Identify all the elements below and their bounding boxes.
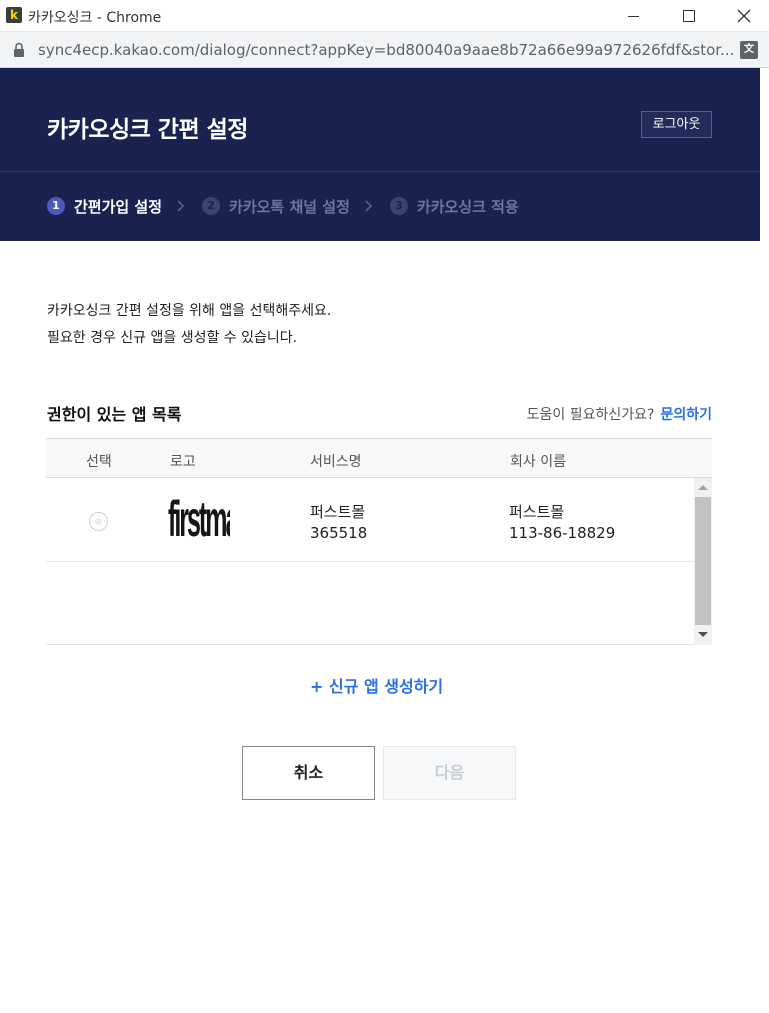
step-number: 1 [47,197,65,215]
scroll-down-arrow-icon[interactable] [698,632,708,637]
kakao-favicon-icon: k [6,7,22,23]
table-header: 선택 로고 서비스명 회사 이름 [46,439,712,478]
service-cell: 퍼스트몰 365518 [310,502,367,544]
step-1: 1 간편가입 설정 [47,196,162,217]
close-window-button[interactable] [721,0,767,32]
contact-link[interactable]: 문의하기 [660,407,712,423]
step-number: 3 [389,197,408,215]
intro-line-2: 필요한 경우 신규 앱을 생성할 수 있습니다. [47,330,298,346]
column-header-select: 선택 [86,454,112,470]
company-cell: 퍼스트몰 113-86-18829 [509,502,615,544]
service-id: 365518 [310,524,368,542]
page-header: 카카오싱크 간편 설정 로그아웃 1 간편가입 설정 2 카카오톡 채널 설정 … [0,68,760,241]
address-bar: sync4ecp.kakao.com/dialog/connect?appKey… [0,32,769,68]
minimize-button[interactable] [610,0,656,32]
app-table: 선택 로고 서비스명 회사 이름 firstmall 퍼스트몰 365518 퍼… [46,438,712,645]
step-2: 2 카카오톡 채널 설정 [202,196,350,217]
url-text[interactable]: sync4ecp.kakao.com/dialog/connect?appKey… [38,41,734,59]
firstmall-logo-text: firstmall [168,492,230,548]
column-header-logo: 로고 [170,454,196,470]
step-label: 카카오톡 채널 설정 [229,197,350,216]
company-number: 113-86-18829 [509,524,616,542]
app-select-radio[interactable] [89,512,108,531]
column-header-company: 회사 이름 [510,454,566,470]
maximize-icon [683,10,695,22]
step-indicator: 1 간편가입 설정 2 카카오톡 채널 설정 3 카카오싱크 적용 [47,195,519,217]
app-list-title: 권한이 있는 앱 목록 [47,405,182,424]
chevron-right-icon [177,200,185,212]
app-logo: firstmall [168,490,230,552]
window-title: 카카오싱크 - Chrome [28,10,162,26]
logout-button[interactable]: 로그아웃 [641,111,712,138]
company-name: 퍼스트몰 [509,503,565,521]
service-name: 퍼스트몰 [310,503,366,521]
lock-icon [14,42,24,57]
translate-icon[interactable]: 文 [740,41,758,59]
step-label: 간편가입 설정 [74,197,163,216]
header-divider [0,171,760,172]
cancel-button[interactable]: 취소 [242,746,375,800]
table-scrollbar[interactable] [694,478,712,645]
scroll-up-arrow-icon[interactable] [698,485,708,490]
chevron-right-icon [365,200,372,212]
help-text: 도움이 필요하신가요? [526,407,655,423]
step-3: 3 카카오싱크 적용 [389,196,519,217]
table-row[interactable]: firstmall 퍼스트몰 365518 퍼스트몰 113-86-18829 [46,478,694,562]
help-prompt: 도움이 필요하신가요? 문의하기 [527,404,712,424]
maximize-button[interactable] [666,0,712,32]
table-body: firstmall 퍼스트몰 365518 퍼스트몰 113-86-18829 [46,478,712,645]
window-titlebar: k 카카오싱크 - Chrome [0,0,769,32]
page-title: 카카오싱크 간편 설정 [47,117,248,143]
intro-line-1: 카카오싱크 간편 설정을 위해 앱을 선택해주세요. [47,303,332,319]
step-label: 카카오싱크 적용 [416,197,519,216]
intro-text: 카카오싱크 간편 설정을 위해 앱을 선택해주세요. 필요한 경우 신규 앱을 … [47,298,331,352]
step-number: 2 [202,197,221,215]
close-icon [737,9,751,23]
create-app-link[interactable]: + 신규 앱 생성하기 [310,673,443,697]
scrollbar-thumb[interactable] [695,497,711,625]
next-button[interactable]: 다음 [383,746,516,800]
minimize-icon [627,15,639,17]
column-header-service: 서비스명 [310,454,362,470]
